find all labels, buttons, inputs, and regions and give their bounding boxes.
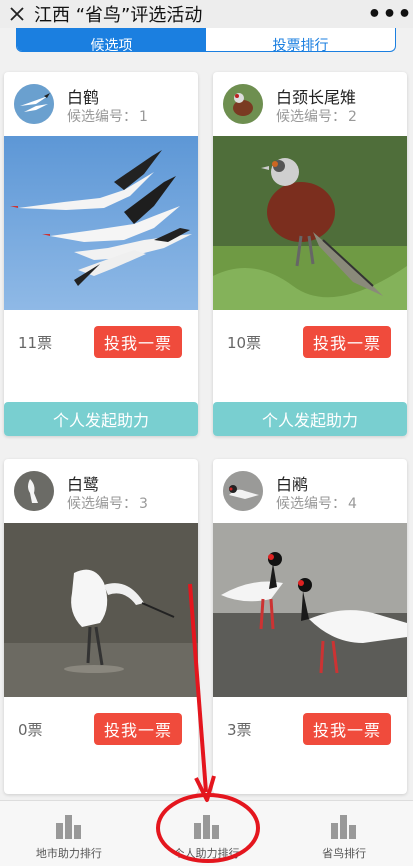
bar-chart-icon	[193, 815, 219, 839]
vote-button[interactable]: 投我一票	[94, 326, 182, 358]
candidate-avatar	[14, 471, 54, 511]
tab-vote-ranking[interactable]: 投票排行	[206, 28, 395, 51]
candidate-photo[interactable]	[213, 523, 407, 697]
candidate-number: 候选编号： 3	[67, 496, 148, 512]
arrowhead-icon	[194, 775, 216, 802]
vote-count: 3票	[227, 721, 252, 739]
more-menu-button[interactable]: •••	[367, 0, 413, 28]
candidate-name: 白鹭	[67, 475, 100, 494]
candidate-card: 白鹭 候选编号： 3 0票 投我一票	[4, 459, 198, 794]
candidate-card: 白颈长尾雉 候选编号： 2 10票 投我一票 个人发起助力	[213, 72, 407, 436]
boost-button[interactable]: 个人发起助力	[213, 402, 407, 436]
candidate-name: 白颈长尾雉	[276, 88, 357, 107]
tab-candidates[interactable]: 候选项	[17, 28, 206, 51]
nav-city-boost-ranking[interactable]: 地市助力排行	[0, 801, 138, 866]
bar-chart-icon	[331, 815, 357, 839]
tab-bar: 候选项 投票排行	[16, 28, 396, 52]
nav-personal-boost-ranking[interactable]: 个人助力排行	[138, 801, 276, 866]
vote-count: 11票	[18, 334, 53, 352]
candidate-name: 白鹤	[67, 88, 100, 107]
title-bar: 江西 “省鸟”评选活动 •••	[0, 0, 413, 28]
vote-count: 10票	[227, 334, 262, 352]
close-button[interactable]	[0, 0, 34, 28]
candidate-photo[interactable]	[4, 523, 198, 697]
candidate-name: 白鹇	[276, 475, 309, 494]
boost-button[interactable]: 个人发起助力	[4, 402, 198, 436]
bar-chart-icon	[55, 815, 81, 839]
candidate-avatar	[14, 84, 54, 124]
vote-button[interactable]: 投我一票	[303, 713, 391, 745]
candidate-number: 候选编号： 4	[276, 496, 357, 512]
candidate-number: 候选编号： 2	[276, 109, 357, 125]
bottom-nav: 地市助力排行 个人助力排行 省鸟排行	[0, 800, 413, 866]
candidate-number: 候选编号： 1	[67, 109, 148, 125]
candidate-photo[interactable]	[213, 136, 407, 310]
vote-button[interactable]: 投我一票	[303, 326, 391, 358]
candidate-avatar	[223, 84, 263, 124]
vote-button[interactable]: 投我一票	[94, 713, 182, 745]
candidate-avatar	[223, 471, 263, 511]
close-icon	[10, 7, 24, 21]
candidate-card: 白鹇 候选编号： 4 3票 投我一票	[213, 459, 407, 794]
candidate-photo[interactable]	[4, 136, 198, 310]
vote-count: 0票	[18, 721, 43, 739]
nav-provincial-bird-ranking[interactable]: 省鸟排行	[275, 801, 413, 866]
page-title: 江西 “省鸟”评选活动	[34, 5, 203, 26]
candidate-card: 白鹤 候选编号： 1 11票 投我一票 个人发起助力	[4, 72, 198, 436]
